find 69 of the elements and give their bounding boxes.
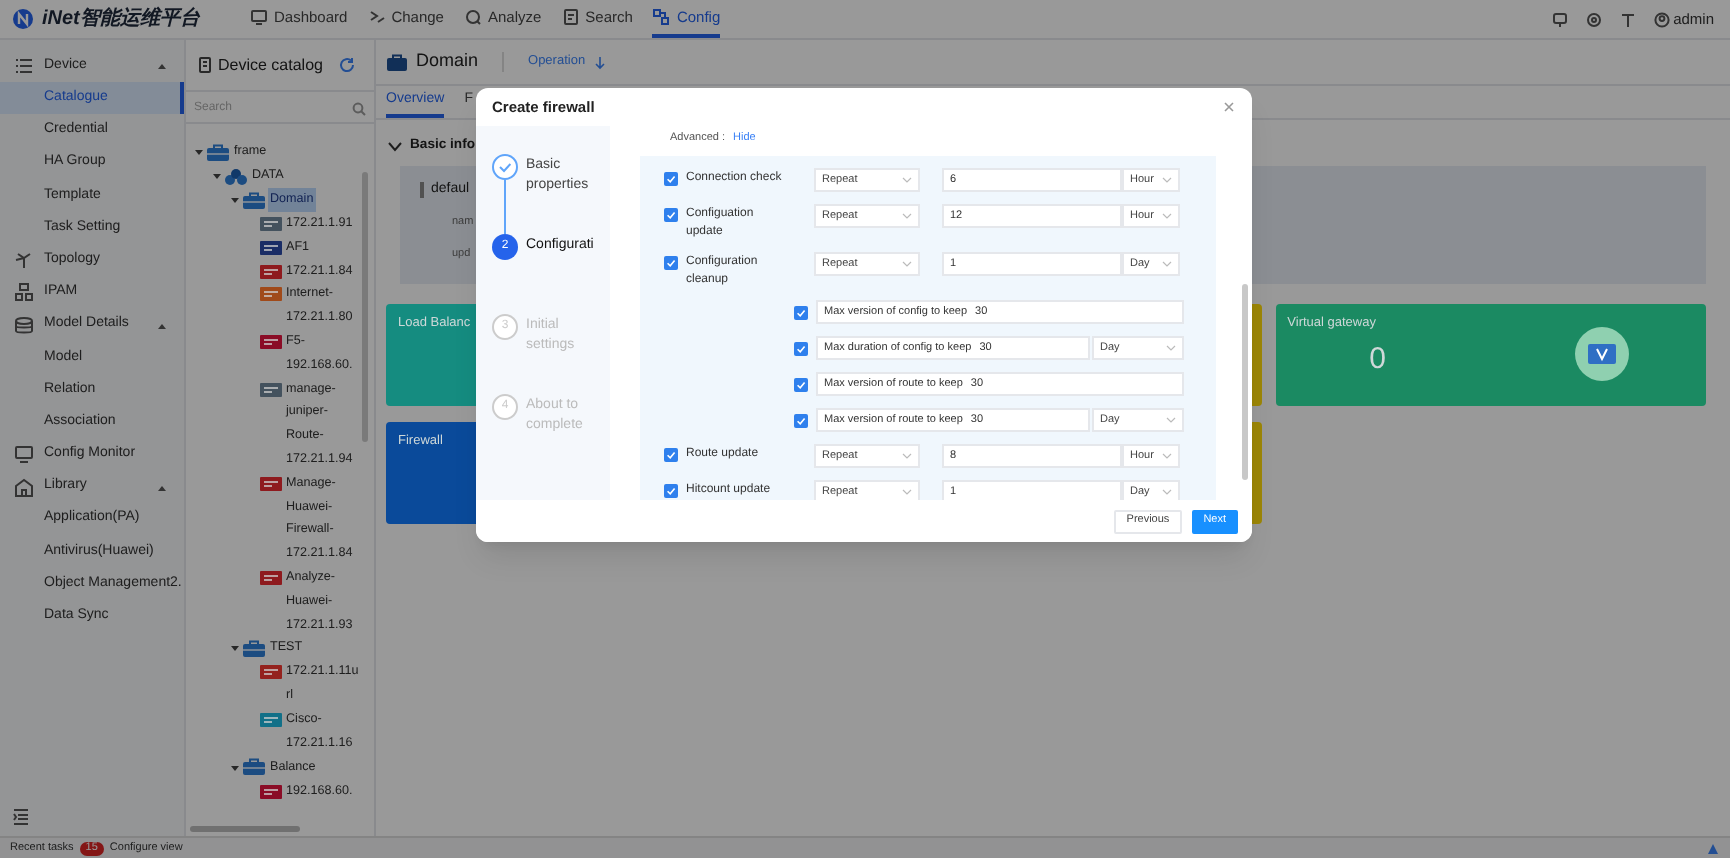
cluster-icon [224,167,248,185]
briefcase-icon [242,639,266,658]
caret-icon [156,319,168,332]
menu-icon [14,56,34,77]
caret-icon [156,60,168,73]
chevron-icon [1162,212,1172,220]
briefcase-icon [242,191,266,209]
chevron-icon [902,452,912,460]
chevron-icon [902,176,912,184]
app-title: iNet智能运维平台 [42,4,200,34]
chevron-icon [902,212,912,220]
caret-icon [156,481,168,494]
check-icon [796,307,806,317]
menu-icon [14,282,34,303]
checkbox[interactable] [794,413,808,427]
catalog-icon [198,56,212,74]
chevron-icon [1162,488,1172,496]
checkbox[interactable] [794,377,808,391]
chevron-icon [902,260,912,268]
check-icon [666,174,676,184]
refresh-icon [338,56,357,74]
check-icon [666,258,676,268]
checkbox[interactable] [664,208,678,222]
logo-icon [12,8,34,30]
page-title: Domain [416,48,479,75]
scrollbar[interactable] [190,826,300,832]
check-icon [796,415,806,425]
checkbox[interactable] [794,341,808,355]
briefcase-icon [206,143,230,161]
menu-icon [14,250,34,271]
menu-icon [14,315,34,336]
check-icon [666,486,676,496]
search-icon [352,102,366,116]
checkbox[interactable] [664,256,678,270]
chevron-icon [1162,176,1172,184]
chevron-icon [1166,344,1176,352]
checkbox[interactable] [664,448,678,462]
text-icon [1619,11,1636,27]
close-icon[interactable] [1222,100,1236,114]
nav-icon [367,8,386,26]
chevron-icon [1162,260,1172,268]
scrollbar[interactable] [1242,284,1248,480]
chevron-icon [1162,452,1172,460]
checkbox[interactable] [794,305,808,319]
checkbox[interactable] [664,484,678,498]
check-icon [666,450,676,460]
card-count: 0 [1369,340,1386,380]
nav-icon [561,8,580,26]
briefcase-icon [242,758,266,777]
gateway-icon [1573,326,1630,382]
monitor-icon [1551,11,1568,27]
nav-icon [652,8,671,26]
menu-icon [14,444,34,465]
chevron-icon [1166,416,1176,424]
chevron-icon [902,488,912,496]
checkbox[interactable] [664,172,678,186]
arrow-down-icon [593,55,606,69]
panel-title-text: Device catalog [218,53,323,77]
nav-icon [250,8,268,26]
collapse-icon [12,808,30,826]
settings-icon [1585,11,1602,27]
check-icon [796,379,806,389]
check-icon [666,210,676,220]
nav-icon [463,8,482,26]
user-icon [1653,11,1670,27]
menu-icon [14,477,34,498]
briefcase-icon [386,53,408,71]
pin-icon [1706,841,1720,855]
check-icon [796,343,806,353]
